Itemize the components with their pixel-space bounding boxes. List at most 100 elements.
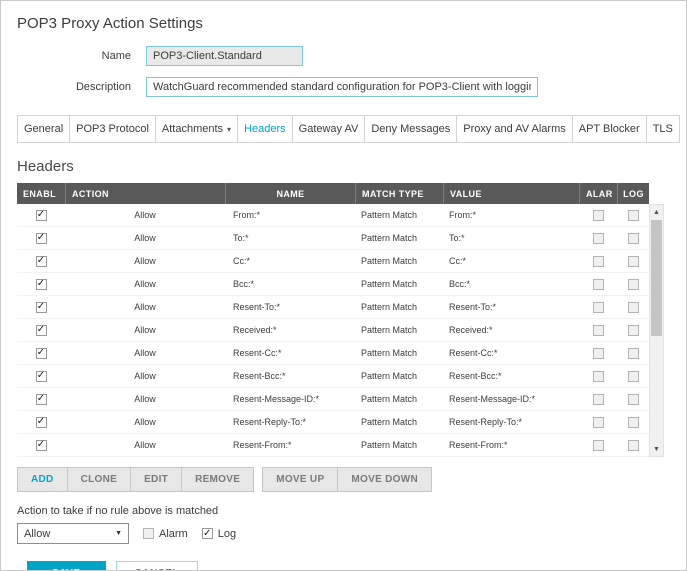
log-checkbox[interactable] — [628, 256, 639, 267]
value-cell: From:* — [443, 204, 579, 226]
log-checkbox[interactable] — [202, 528, 213, 539]
tab-label: Gateway AV — [299, 123, 359, 135]
alarm-cell — [579, 411, 617, 433]
table-header-row: ENABLACTIONNAMEMATCH TYPEVALUEALARLOG — [17, 183, 649, 204]
table-row[interactable]: AllowCc:*Pattern MatchCc:* — [17, 250, 649, 273]
tab-pop3-protocol[interactable]: POP3 Protocol — [69, 115, 156, 143]
log-checkbox[interactable] — [628, 302, 639, 313]
table-row[interactable]: AllowReceived:*Pattern MatchReceived:* — [17, 319, 649, 342]
alarm-checkbox[interactable] — [593, 440, 604, 451]
table-row[interactable]: AllowResent-Bcc:*Pattern MatchResent-Bcc… — [17, 365, 649, 388]
alarm-cell — [579, 227, 617, 249]
alarm-checkbox[interactable] — [593, 302, 604, 313]
tab-general[interactable]: General — [17, 115, 70, 143]
log-checkbox[interactable] — [628, 440, 639, 451]
tab-headers[interactable]: Headers — [237, 115, 293, 143]
scrollbar-track[interactable] — [650, 219, 663, 442]
move-down-button[interactable]: MOVE DOWN — [337, 467, 432, 492]
enable-checkbox[interactable] — [36, 394, 47, 405]
table-row[interactable]: AllowResent-Cc:*Pattern MatchResent-Cc:* — [17, 342, 649, 365]
default-action-select[interactable]: Allow ▼ — [17, 523, 129, 544]
table-row[interactable]: AllowResent-To:*Pattern MatchResent-To:* — [17, 296, 649, 319]
alarm-checkbox[interactable] — [593, 371, 604, 382]
value-cell: Resent-To:* — [443, 296, 579, 318]
name-cell: Resent-Cc:* — [225, 342, 355, 364]
remove-button[interactable]: REMOVE — [181, 467, 254, 492]
value-cell: Resent-Reply-To:* — [443, 411, 579, 433]
match-type-cell: Pattern Match — [355, 227, 443, 249]
alarm-checkbox[interactable] — [593, 348, 604, 359]
cancel-button[interactable]: CANCEL — [116, 561, 199, 571]
enable-checkbox[interactable] — [36, 256, 47, 267]
name-cell: Resent-To:* — [225, 296, 355, 318]
alarm-checkbox[interactable] — [593, 394, 604, 405]
match-type-cell: Pattern Match — [355, 319, 443, 341]
value-cell: Bcc:* — [443, 273, 579, 295]
tab-proxy-and-av-alarms[interactable]: Proxy and AV Alarms — [456, 115, 573, 143]
tab-attachments[interactable]: Attachments▾ — [155, 115, 238, 143]
footer-actions: SAVE CANCEL — [17, 561, 670, 571]
log-checkbox[interactable] — [628, 348, 639, 359]
move-up-button[interactable]: MOVE UP — [262, 467, 338, 492]
log-checkbox[interactable] — [628, 325, 639, 336]
description-input[interactable] — [146, 77, 538, 97]
enable-cell — [17, 204, 65, 226]
alarm-option[interactable]: Alarm — [143, 528, 188, 540]
enable-checkbox[interactable] — [36, 233, 47, 244]
chevron-down-icon: ▼ — [115, 530, 122, 537]
log-checkbox[interactable] — [628, 233, 639, 244]
enable-checkbox[interactable] — [36, 440, 47, 451]
table-row[interactable]: AllowResent-Reply-To:*Pattern MatchResen… — [17, 411, 649, 434]
tab-apt-blocker[interactable]: APT Blocker — [572, 115, 647, 143]
log-checkbox[interactable] — [628, 371, 639, 382]
tab-deny-messages[interactable]: Deny Messages — [364, 115, 457, 143]
tab-gateway-av[interactable]: Gateway AV — [292, 115, 366, 143]
alarm-checkbox[interactable] — [593, 256, 604, 267]
tab-tls[interactable]: TLS — [646, 115, 680, 143]
enable-checkbox[interactable] — [36, 417, 47, 428]
alarm-checkbox[interactable] — [593, 279, 604, 290]
save-button[interactable]: SAVE — [27, 561, 106, 571]
table-row[interactable]: AllowBcc:*Pattern MatchBcc:* — [17, 273, 649, 296]
alarm-checkbox[interactable] — [593, 233, 604, 244]
column-header-action: ACTION — [65, 183, 225, 204]
alarm-checkbox[interactable] — [593, 210, 604, 221]
alarm-checkbox[interactable] — [593, 417, 604, 428]
enable-checkbox[interactable] — [36, 279, 47, 290]
scroll-up-icon[interactable]: ▲ — [650, 205, 663, 219]
log-checkbox[interactable] — [628, 394, 639, 405]
clone-button[interactable]: CLONE — [67, 467, 132, 492]
scrollbar-thumb[interactable] — [651, 220, 662, 336]
log-checkbox[interactable] — [628, 210, 639, 221]
name-cell: Cc:* — [225, 250, 355, 272]
name-cell: To:* — [225, 227, 355, 249]
enable-cell — [17, 296, 65, 318]
enable-checkbox[interactable] — [36, 210, 47, 221]
match-type-cell: Pattern Match — [355, 273, 443, 295]
default-action-value: Allow — [24, 528, 50, 540]
name-cell: Bcc:* — [225, 273, 355, 295]
action-cell: Allow — [65, 227, 225, 249]
name-input[interactable] — [146, 46, 303, 66]
match-type-cell: Pattern Match — [355, 204, 443, 226]
table-scrollbar[interactable]: ▲ ▼ — [649, 204, 664, 457]
log-option[interactable]: Log — [202, 528, 236, 540]
rules-table-main: ENABLACTIONNAMEMATCH TYPEVALUEALARLOG Al… — [17, 183, 649, 457]
enable-checkbox[interactable] — [36, 302, 47, 313]
alarm-cell — [579, 434, 617, 456]
table-row[interactable]: AllowResent-Message-ID:*Pattern MatchRes… — [17, 388, 649, 411]
enable-checkbox[interactable] — [36, 348, 47, 359]
enable-checkbox[interactable] — [36, 371, 47, 382]
scroll-down-icon[interactable]: ▼ — [650, 442, 663, 456]
table-row[interactable]: AllowFrom:*Pattern MatchFrom:* — [17, 204, 649, 227]
alarm-checkbox[interactable] — [143, 528, 154, 539]
table-row[interactable]: AllowResent-From:*Pattern MatchResent-Fr… — [17, 434, 649, 457]
log-checkbox[interactable] — [628, 417, 639, 428]
enable-checkbox[interactable] — [36, 325, 47, 336]
match-type-cell: Pattern Match — [355, 250, 443, 272]
alarm-checkbox[interactable] — [593, 325, 604, 336]
edit-button[interactable]: EDIT — [130, 467, 182, 492]
add-button[interactable]: ADD — [17, 467, 68, 492]
log-checkbox[interactable] — [628, 279, 639, 290]
table-row[interactable]: AllowTo:*Pattern MatchTo:* — [17, 227, 649, 250]
